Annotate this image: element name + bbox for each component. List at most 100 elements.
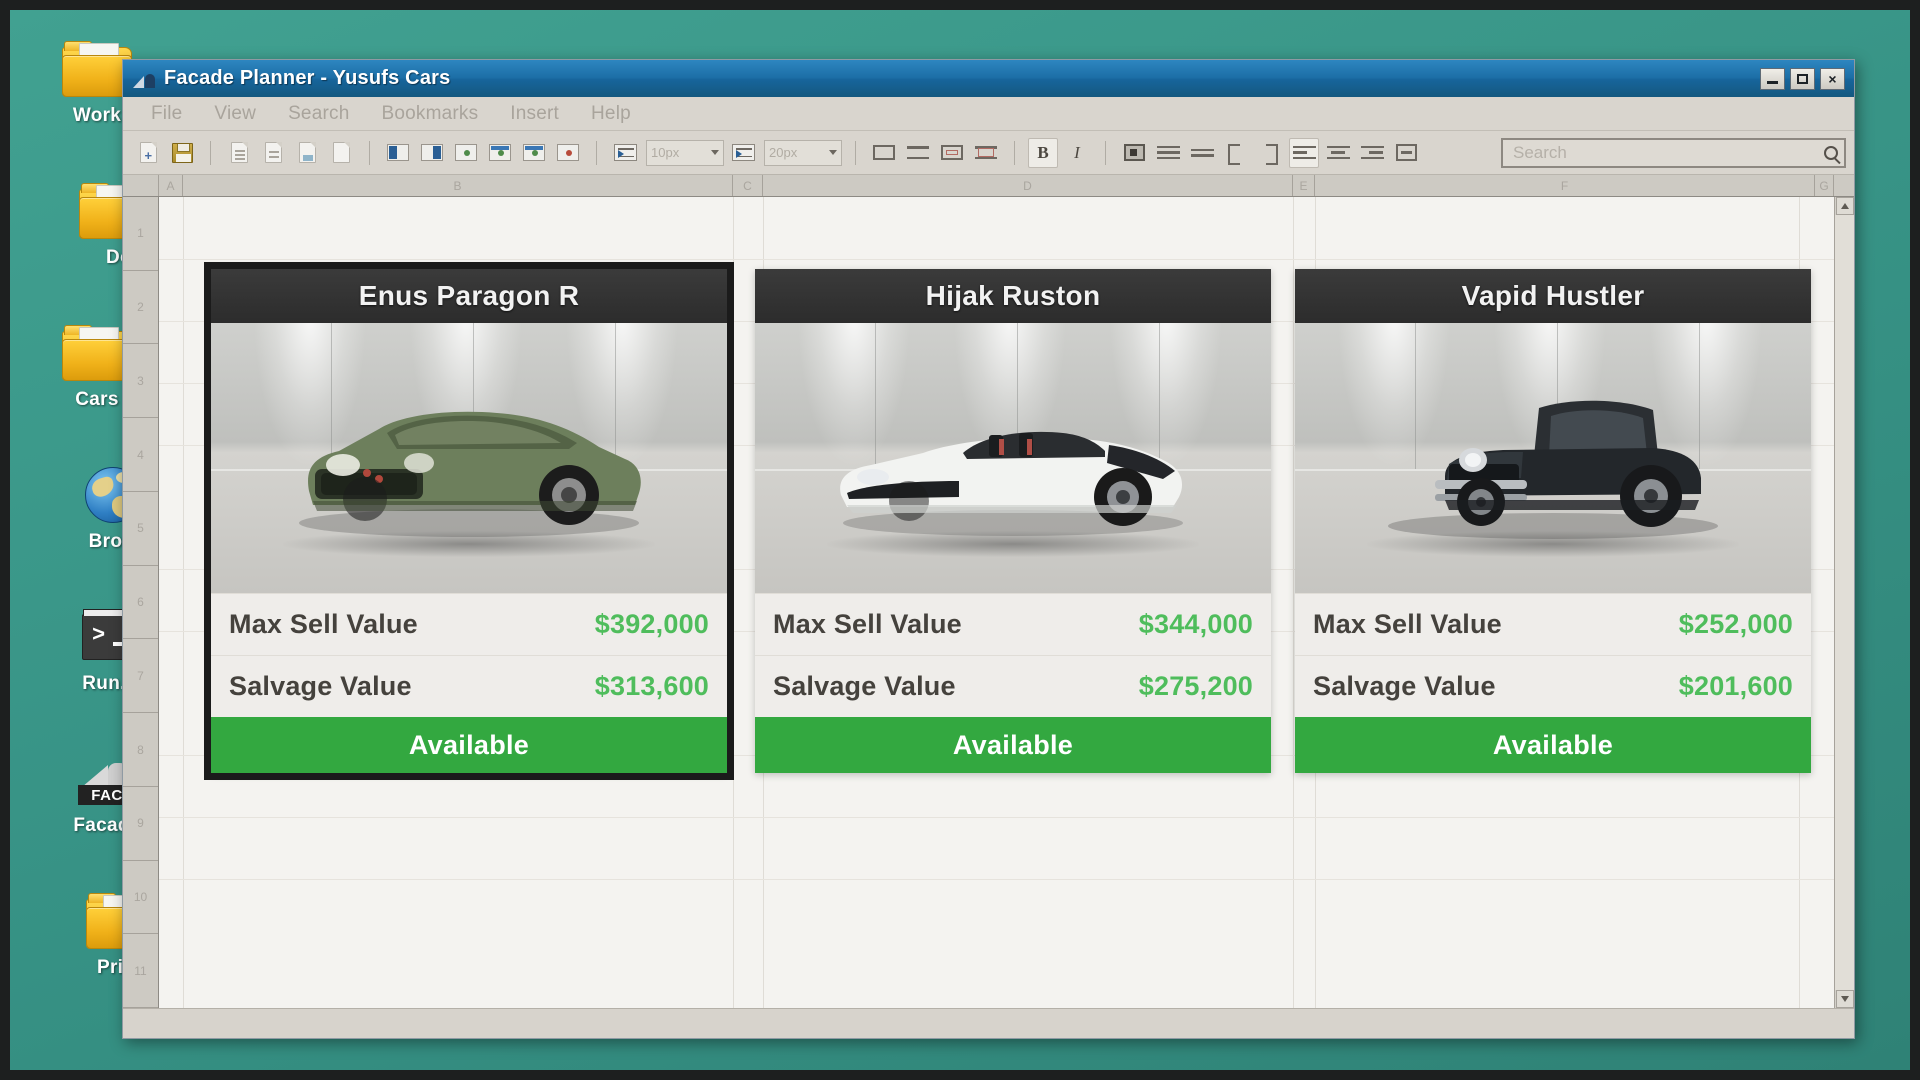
window-titlebar[interactable]: Facade Planner - Yusufs Cars × [123,60,1854,97]
row-header[interactable]: 1 [123,197,158,271]
menu-item-view[interactable]: View [198,101,272,127]
toolbar-separator [855,140,856,165]
vehicle-status-badge[interactable]: Available [211,717,727,773]
vehicle-stat-row: Salvage Value $313,600 [211,655,727,717]
line-spacing-select[interactable]: 10px [646,139,724,166]
toolbar-separator [1014,140,1015,165]
align-left-icon [1292,144,1316,161]
merge-right-button[interactable] [1255,138,1285,168]
cell-style-button[interactable] [1119,138,1149,168]
row-header[interactable]: 2 [123,271,158,345]
page-table-button[interactable] [258,138,288,168]
row-header[interactable]: 3 [123,344,158,419]
insert-cell-button[interactable] [451,138,481,168]
row-header-column: 1 2 3 4 5 6 7 8 9 10 11 [123,197,159,1009]
column-header-a[interactable]: A [159,175,183,196]
menu-item-help[interactable]: Help [575,101,647,127]
align-middle-button[interactable] [1187,138,1217,168]
bold-button[interactable]: B [1028,137,1058,168]
scrollbar-track[interactable] [1835,215,1854,990]
scroll-down-button[interactable] [1835,990,1854,1008]
italic-icon: I [1074,142,1080,162]
vehicle-stat-row: Salvage Value $201,600 [1295,655,1811,717]
menu-item-file[interactable]: File [135,101,198,127]
column-header-g[interactable]: G [1815,175,1834,196]
align-center-button[interactable] [1323,138,1353,168]
vertical-scrollbar[interactable] [1834,197,1854,1008]
new-document-button[interactable]: + [133,138,163,168]
menu-item-search[interactable]: Search [272,101,365,127]
spreadsheet-area: A B C D E F G 1 2 3 4 5 6 7 8 9 10 11 En… [123,175,1854,1038]
vehicle-stat-row: Max Sell Value $392,000 [211,593,727,655]
border-all-icon [873,145,895,160]
column-right-button[interactable] [417,138,447,168]
select-all-corner[interactable] [123,175,159,196]
align-left-button[interactable] [1289,137,1319,168]
page-image-button[interactable] [292,138,322,168]
align-justify-button[interactable] [1391,138,1421,168]
column-left-button[interactable] [383,138,413,168]
border-sides-button[interactable] [971,138,1001,168]
minimize-button[interactable] [1760,67,1785,90]
column-header-f[interactable]: F [1315,175,1815,196]
border-inner-button[interactable] [937,138,967,168]
paragraph-spacing-select[interactable]: 20px [764,139,842,166]
close-button[interactable]: × [1820,67,1845,90]
menu-item-bookmarks[interactable]: Bookmarks [365,101,494,127]
toolbar-separator [369,140,370,165]
vehicle-stat-row: Salvage Value $275,200 [755,655,1271,717]
border-horizontal-button[interactable] [903,138,933,168]
delete-cell-button[interactable] [553,138,583,168]
border-all-button[interactable] [869,138,899,168]
vehicle-card-hijak-ruston[interactable]: Hijak Ruston Max Sell Value $344,000 Sal… [755,269,1271,773]
search-icon[interactable] [1824,145,1838,160]
stat-value: $252,000 [1678,609,1793,639]
column-header-c[interactable]: C [733,175,763,196]
row-header[interactable]: 5 [123,492,158,566]
column-header-e[interactable]: E [1293,175,1315,196]
insert-row-above-button[interactable] [485,138,515,168]
vehicle-card-vapid-hustler[interactable]: Vapid Hustler Max Sell Value $252,000 Sa… [1295,269,1811,773]
menu-item-insert[interactable]: Insert [494,101,575,127]
align-top-button[interactable] [1153,138,1183,168]
column-header-row: A B C D E F G [123,175,1854,197]
insert-row-below-icon [523,144,545,161]
row-header[interactable]: 11 [123,934,158,1009]
column-header-b[interactable]: B [183,175,733,196]
align-middle-icon [1190,144,1214,161]
menu-bar: File View Search Bookmarks Insert Help [123,97,1854,131]
row-header[interactable]: 7 [123,639,158,714]
paragraph-spacing-button[interactable] [728,138,758,168]
maximize-button[interactable] [1790,67,1815,90]
line-spacing-button[interactable] [610,138,640,168]
row-header[interactable]: 9 [123,787,158,861]
stat-value: $344,000 [1138,609,1253,639]
toolbar-separator [596,140,597,165]
merge-left-button[interactable] [1221,138,1251,168]
stat-label: Salvage Value [1313,671,1496,701]
row-header[interactable]: 10 [123,861,158,935]
save-button[interactable] [167,138,197,168]
column-header-d[interactable]: D [763,175,1293,196]
spreadsheet-grid[interactable]: Enus Paragon R Max Sell Value $392,000 S… [159,197,1834,1008]
vehicle-image [211,323,727,593]
insert-row-below-button[interactable] [519,138,549,168]
line-spacing-icon [613,144,637,161]
align-right-button[interactable] [1357,138,1387,168]
page-text-button[interactable] [224,138,254,168]
scroll-up-button[interactable] [1835,197,1854,215]
toolbar: + 10px 20px B I Search [123,131,1854,175]
vehicle-status-badge[interactable]: Available [755,717,1271,773]
stat-value: $392,000 [594,609,709,639]
search-input[interactable] [1513,142,1824,163]
toolbar-separator [1105,140,1106,165]
page-shape-button[interactable] [326,138,356,168]
search-box[interactable] [1501,137,1846,168]
row-header[interactable]: 4 [123,418,158,492]
row-header[interactable]: 6 [123,566,158,640]
row-header[interactable]: 8 [123,713,158,787]
vehicle-status-badge[interactable]: Available [1295,717,1811,773]
vehicle-card-enus-paragon-r[interactable]: Enus Paragon R Max Sell Value $392,000 S… [204,262,734,780]
italic-button[interactable]: I [1062,138,1092,168]
chevron-down-icon [829,150,837,155]
